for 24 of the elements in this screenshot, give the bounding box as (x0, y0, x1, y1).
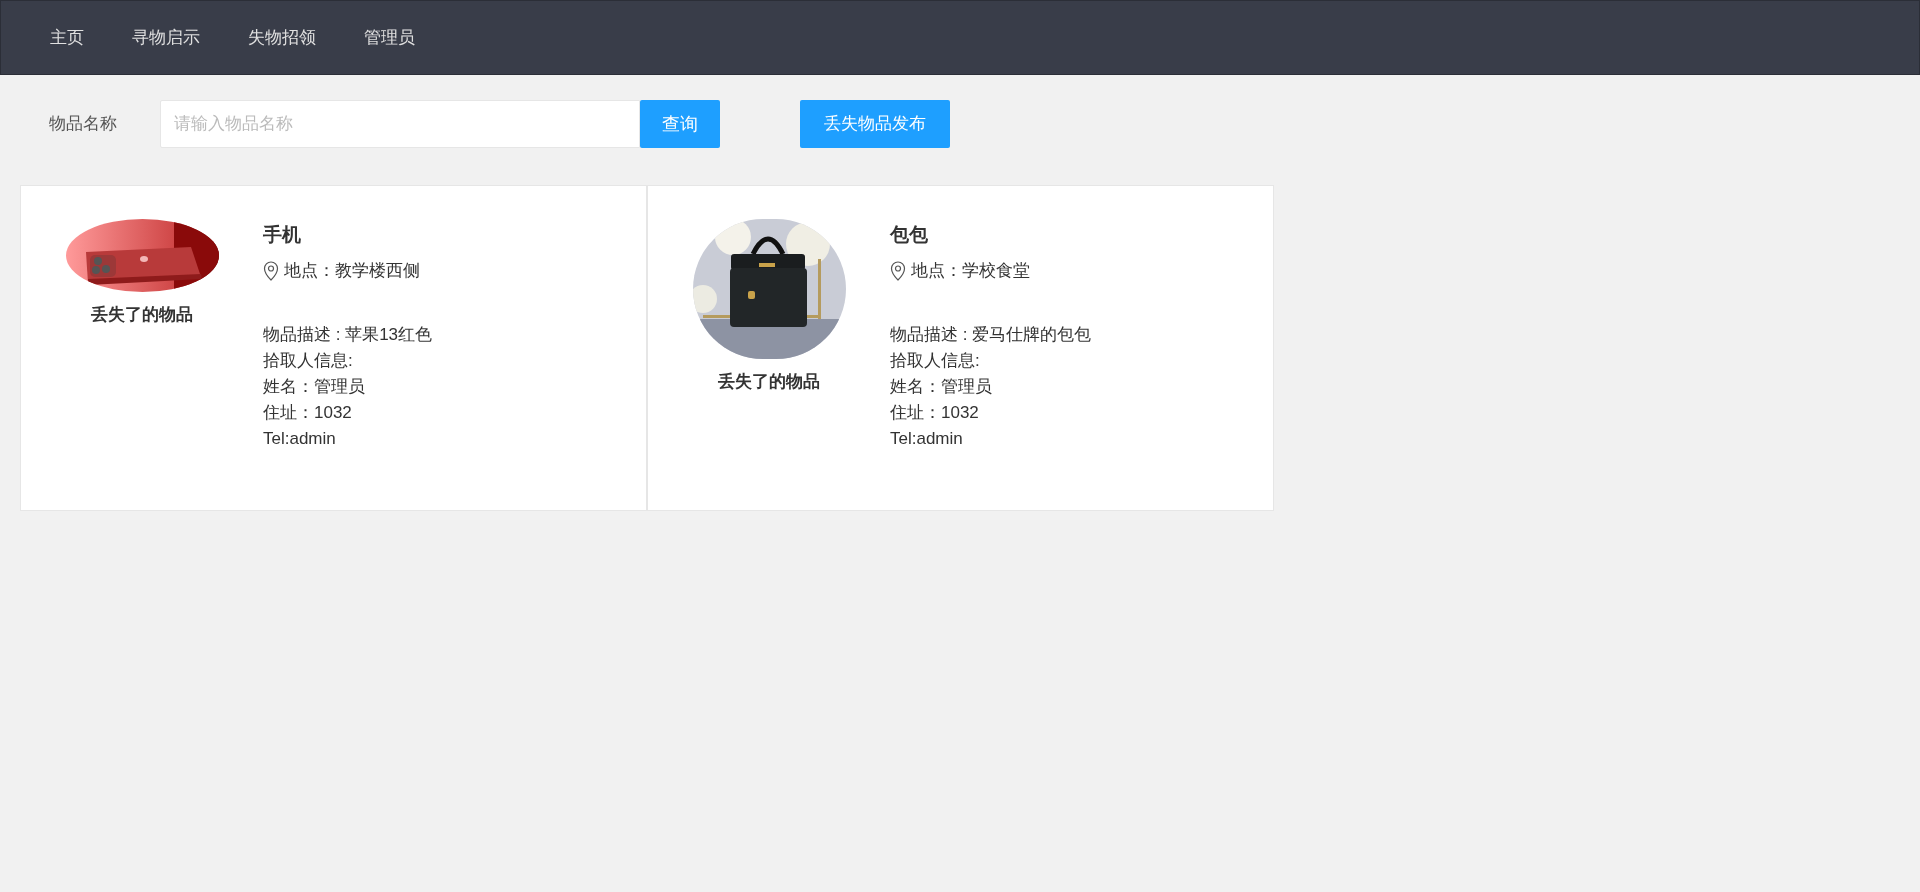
item-title: 手机 (263, 223, 302, 247)
nav-link[interactable]: 管理员 (364, 24, 415, 51)
nav-link[interactable]: 失物招领 (248, 24, 316, 51)
location-text: 地点：学校食堂 (911, 260, 1030, 282)
description-text: 物品描述 : 苹果13红色 (263, 324, 433, 346)
location-text: 地点：教学楼西侧 (284, 260, 420, 282)
finder-address: 住址：1032 (890, 402, 980, 424)
search-label: 物品名称 (49, 113, 118, 136)
finder-tel: Tel:admin (263, 428, 337, 450)
finder-heading: 拾取人信息: (890, 350, 981, 372)
search-field[interactable]: 请输入物品名称 (160, 100, 640, 148)
description-text: 物品描述 : 爱马仕牌的包包 (890, 324, 1092, 346)
finder-heading: 拾取人信息: (263, 350, 354, 372)
nav-link[interactable]: 主页 (50, 24, 84, 51)
finder-name: 姓名：管理员 (263, 376, 366, 398)
location-pin-icon (890, 261, 906, 281)
finder-name: 姓名：管理员 (890, 376, 993, 398)
item-title: 包包 (890, 223, 929, 247)
finder-tel: Tel:admin (890, 428, 964, 450)
nav-link[interactable]: 寻物启示 (132, 24, 200, 51)
image-caption: 丢失了的物品 (91, 304, 193, 326)
finder-address: 住址：1032 (263, 402, 353, 424)
image-caption: 丢失了的物品 (718, 371, 820, 393)
location-pin-icon (263, 261, 279, 281)
